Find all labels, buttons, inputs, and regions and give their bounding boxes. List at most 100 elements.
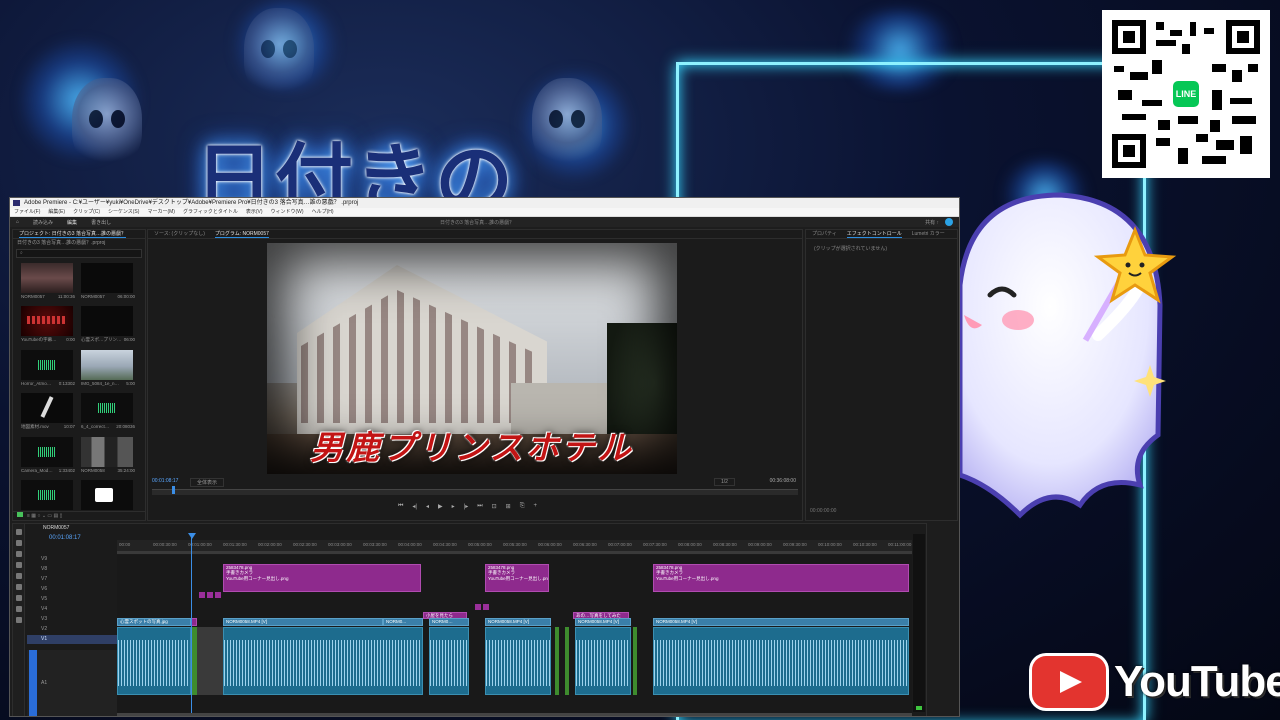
pen-icon[interactable] xyxy=(17,512,23,517)
audio-clip[interactable] xyxy=(429,627,469,695)
program-playhead[interactable] xyxy=(172,486,175,494)
rectangle-tool-icon[interactable] xyxy=(15,595,22,601)
timeline-clip[interactable]: 2583478.png 手書きカメラ YouTube用コーナー見出し.png xyxy=(485,564,549,592)
project-search-input[interactable]: ⌕ xyxy=(16,249,142,258)
pen-tool-icon[interactable] xyxy=(15,584,22,590)
track-header-v6[interactable]: V6 xyxy=(27,585,117,594)
audio-clip[interactable] xyxy=(485,627,551,695)
timeline-clip[interactable]: NORM0058.MP4 [V] xyxy=(223,618,383,626)
list-view-icon[interactable]: ≡ ▦ ○ ⌄ ▭ ▤ ▯ xyxy=(27,513,62,519)
timeline-clip[interactable]: 心霊スポットの写真.jpg xyxy=(117,618,191,626)
track-header-v4[interactable]: V4 xyxy=(27,605,117,614)
track-header-a1[interactable]: A1 xyxy=(27,650,117,716)
step-back-icon[interactable]: ◂| xyxy=(412,503,417,510)
track-header-v5[interactable]: V5 xyxy=(27,595,117,604)
type-tool-icon[interactable] xyxy=(15,617,22,623)
frame-forward-icon[interactable]: ▸ xyxy=(452,503,455,510)
audio-clip[interactable] xyxy=(653,627,909,695)
help-icon[interactable] xyxy=(945,218,953,226)
fit-select[interactable]: 全体表示 xyxy=(190,478,225,487)
bin-item[interactable] xyxy=(81,480,135,511)
timeline-clip[interactable] xyxy=(215,592,221,598)
window-titlebar[interactable]: Adobe Premiere - C:¥ユーザー¥yuki¥OneDrive¥デ… xyxy=(10,198,959,208)
timeline-clip[interactable] xyxy=(199,592,205,598)
program-scrubber[interactable] xyxy=(152,489,798,495)
timeline-clip[interactable]: 2583478.png 手書きカメラ YouTube用コーナー見出し.png xyxy=(653,564,909,592)
tab-lumetri[interactable]: Lumetri カラー xyxy=(912,230,945,238)
razor-tool-icon[interactable] xyxy=(15,562,22,568)
timeline-clip[interactable]: 2583478.png 手書きカメラ YouTube用コーナー見出し.png xyxy=(223,564,421,592)
track-header-v8[interactable]: V8 xyxy=(27,565,117,574)
timeline-clip[interactable]: NORM0... xyxy=(383,618,423,626)
bin-item[interactable]: IMG_5084_1e_n… 5:00 xyxy=(81,350,135,386)
play-icon[interactable]: ▶ xyxy=(438,503,443,510)
bin-item[interactable]: Camera_Mod… 1:33402 xyxy=(21,437,75,473)
step-forward-icon[interactable]: |▸ xyxy=(464,503,469,510)
playback-resolution-select[interactable]: 1/2 xyxy=(714,478,735,486)
track-header-v9[interactable]: V9 xyxy=(27,555,117,564)
menu-help[interactable]: ヘルプ(H) xyxy=(312,208,334,216)
timeline-clip[interactable]: NORM0058.MP4 [V] xyxy=(485,618,551,626)
frame-back-icon[interactable]: ◂ xyxy=(426,503,429,510)
bin-item[interactable]: NORM0057 11:00:36 xyxy=(21,263,75,299)
timeline-playhead[interactable] xyxy=(188,533,196,716)
audio-clip[interactable] xyxy=(565,627,569,695)
selection-tool-icon[interactable] xyxy=(15,529,22,535)
extract-icon[interactable]: ⊞ xyxy=(506,503,511,510)
menu-window[interactable]: ウィンドウ(W) xyxy=(271,208,304,216)
audio-clip[interactable] xyxy=(575,627,631,695)
menu-marker[interactable]: マーカー(M) xyxy=(147,208,175,216)
sequence-tab[interactable]: NORM0057 xyxy=(43,524,69,533)
timeline-clip[interactable]: NORM0058.MP4 [V] xyxy=(653,618,909,626)
tab-program[interactable]: プログラム: NORM0057 xyxy=(214,230,269,238)
bin-item[interactable]: 心霊スポ…プリン… 06:00 xyxy=(81,306,135,343)
workspace-edit[interactable]: 編集 xyxy=(67,219,77,226)
bin-item[interactable] xyxy=(21,480,75,511)
workspace-export[interactable]: 書き出し xyxy=(91,219,111,226)
track-select-icon[interactable] xyxy=(15,540,22,546)
tab-effect-controls[interactable]: エフェクトコントロール xyxy=(846,230,902,238)
export-frame-icon[interactable]: ⎘ xyxy=(520,503,525,510)
audio-gap[interactable] xyxy=(197,627,223,695)
bin-item[interactable]: 地図素材.mov 10:07 xyxy=(21,393,75,430)
timeline-clip[interactable]: NORM0058.MP4 [V] xyxy=(575,618,631,626)
menu-edit[interactable]: 編集(E) xyxy=(48,208,65,216)
timeline-tracks[interactable]: 2583478.png 手書きカメラ YouTube用コーナー見出し.png 258… xyxy=(117,555,912,715)
track-header-v2[interactable]: V2 xyxy=(27,625,117,634)
bin-item[interactable]: 6_4_correct… 20:08036 xyxy=(81,393,135,430)
line-qr-code[interactable]: LINE xyxy=(1102,10,1270,178)
slip-tool-icon[interactable] xyxy=(15,573,22,579)
add-button-icon[interactable]: + xyxy=(534,503,538,510)
share-button[interactable]: 共有 ↑ xyxy=(925,219,939,226)
tab-properties[interactable]: プロパティ xyxy=(812,230,837,238)
playhead-timecode[interactable]: 00:01:08:17 xyxy=(152,478,178,484)
menu-graphics[interactable]: グラフィックとタイトル xyxy=(183,208,238,216)
bin-item[interactable]: NORM0058 35:24:00 xyxy=(81,437,135,473)
bin-item[interactable]: YouTubeの字幕… 0:00 xyxy=(21,306,75,343)
tab-source[interactable]: ソース: (クリップなし) xyxy=(154,230,205,238)
track-header-v7[interactable]: V7 xyxy=(27,575,117,584)
menu-view[interactable]: 表示(V) xyxy=(246,208,263,216)
audio-clip[interactable] xyxy=(555,627,559,695)
timeline-clip[interactable] xyxy=(483,604,489,610)
home-icon[interactable]: ⌂ xyxy=(16,219,19,225)
menu-file[interactable]: ファイル(F) xyxy=(14,208,40,216)
menu-clip[interactable]: クリップ(C) xyxy=(73,208,100,216)
timeline-clip[interactable] xyxy=(475,604,481,610)
hand-tool-icon[interactable] xyxy=(15,606,22,612)
workspace-import[interactable]: 読み込み xyxy=(33,219,53,226)
bin-item[interactable]: Horror_Atmo… 0:13302 xyxy=(21,350,75,386)
audio-clip[interactable] xyxy=(223,627,423,695)
lift-icon[interactable]: ⊡ xyxy=(492,503,497,510)
audio-clip[interactable] xyxy=(117,627,191,695)
track-header-v1[interactable]: V1 xyxy=(27,635,117,644)
timeline-clip[interactable]: NORM0… xyxy=(429,618,469,626)
menu-sequence[interactable]: シーケンス(S) xyxy=(108,208,139,216)
timeline-clip[interactable] xyxy=(207,592,213,598)
timeline-scrollbar[interactable] xyxy=(117,713,912,716)
bin-item[interactable]: NORM0057 06:00:00 xyxy=(81,263,135,299)
time-ruler[interactable]: 00:00 00:00:30:00 00:01:00:00 00:01:30:0… xyxy=(117,540,912,554)
project-tab[interactable]: プロジェクト: 日付きの3 落合写真…誰の悪戯？ xyxy=(19,230,126,238)
audio-clip[interactable] xyxy=(633,627,637,695)
a1-source-patch[interactable] xyxy=(29,650,37,716)
